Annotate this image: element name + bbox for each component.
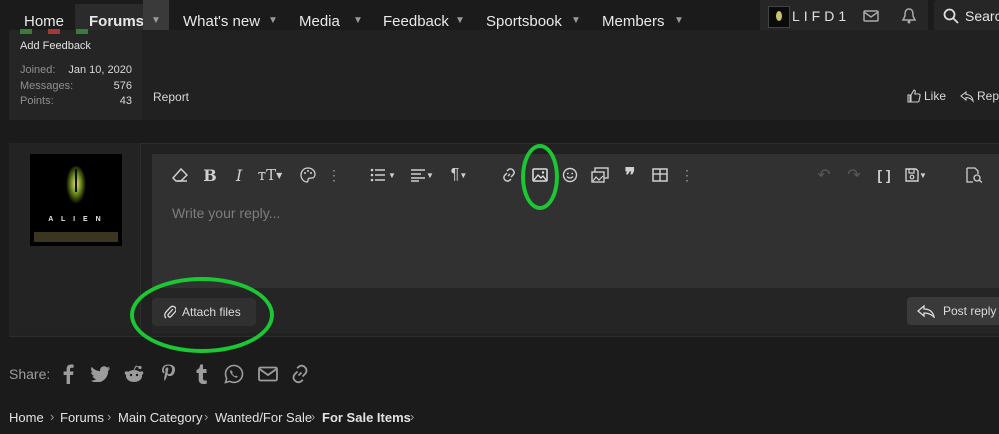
breadcrumb-separator-icon: › (50, 409, 55, 424)
badge-strip (76, 29, 88, 34)
whatsapp-icon[interactable] (224, 364, 244, 384)
breadcrumb-main-category[interactable]: Main Category (118, 410, 203, 425)
paragraph-icon[interactable]: ¶ ▼ (445, 166, 473, 184)
breadcrumb-home[interactable]: Home (9, 410, 44, 425)
joined-label: Joined: (20, 64, 56, 76)
badge-strip (48, 29, 60, 34)
media-gallery-icon[interactable] (589, 166, 611, 184)
points-value: 43 (119, 95, 132, 107)
tumblr-icon[interactable] (192, 364, 212, 384)
pinterest-icon[interactable] (158, 364, 178, 384)
reply-placeholder[interactable]: Write your reply... (172, 205, 280, 221)
smiley-icon[interactable] (559, 166, 581, 184)
post-reply-button[interactable]: Post reply (907, 297, 999, 325)
breadcrumb-wanted-for-sale[interactable]: Wanted/For Sale (215, 410, 312, 425)
preview-icon[interactable] (963, 166, 985, 184)
list-icon[interactable]: ▼ (369, 166, 397, 184)
more-options-icon[interactable]: ⋮ (323, 166, 345, 184)
highlight-oval-image-button (521, 144, 559, 210)
facebook-icon[interactable] (58, 364, 78, 384)
breadcrumb-separator-icon: › (204, 409, 209, 424)
reddit-icon[interactable] (124, 364, 144, 384)
search-label: Search (965, 8, 999, 24)
post-reply-label: Post reply (943, 304, 997, 318)
reply-footer (152, 288, 999, 333)
share-label: Share: (9, 366, 51, 382)
link-icon[interactable] (290, 364, 310, 384)
reply-label: Reply (977, 89, 999, 103)
search-button[interactable]: Search (934, 0, 999, 33)
reply-button[interactable]: Reply (960, 89, 999, 103)
messages-label: Messages: (20, 80, 74, 92)
redo-icon[interactable]: ↷ (843, 166, 865, 184)
breadcrumb-separator-icon: › (311, 409, 316, 424)
user-avatar[interactable] (768, 6, 790, 28)
previous-post (9, 30, 999, 120)
points-label: Points: (20, 95, 54, 107)
avatar-text: A L I E N (48, 216, 104, 223)
highlight-oval-attach-files (130, 277, 274, 353)
reply-arrow-icon (917, 304, 935, 318)
thumbs-up-icon (907, 89, 921, 103)
undo-icon[interactable]: ↶ (813, 166, 835, 184)
like-button[interactable]: Like (907, 89, 946, 103)
username[interactable]: LIFD1 (792, 8, 850, 24)
drafts-icon[interactable]: ▼ (902, 166, 930, 184)
report-link[interactable]: Report (153, 90, 189, 104)
reply-icon (960, 90, 974, 103)
breadcrumb-separator-icon: › (107, 409, 112, 424)
bell-icon[interactable] (900, 7, 918, 25)
search-icon (943, 8, 959, 24)
bold-icon[interactable]: B (199, 166, 221, 185)
joined-value: Jan 10, 2020 (68, 64, 132, 76)
avatar[interactable]: A L I E N (30, 154, 122, 246)
badge-strip (20, 29, 32, 34)
eraser-icon[interactable] (169, 166, 191, 184)
italic-icon[interactable]: I (228, 166, 250, 185)
align-icon[interactable]: ▼ (408, 166, 436, 184)
bbcode-toggle-icon[interactable]: [ ] (873, 166, 895, 184)
breadcrumb-for-sale-items[interactable]: For Sale Items (322, 410, 411, 425)
inbox-icon[interactable] (862, 8, 880, 24)
palette-icon[interactable] (297, 166, 319, 184)
table-icon[interactable] (649, 166, 671, 184)
email-icon[interactable] (258, 364, 278, 384)
breadcrumb-forums[interactable]: Forums (60, 410, 104, 425)
breadcrumb-separator-icon: › (410, 409, 415, 424)
text-size-icon[interactable]: тT ▼ (256, 166, 284, 184)
more-options-icon[interactable]: ⋮ (676, 166, 698, 184)
add-feedback-link[interactable]: Add Feedback (20, 40, 91, 52)
messages-value: 576 (113, 80, 132, 92)
twitter-icon[interactable] (91, 364, 111, 384)
like-label: Like (924, 89, 947, 103)
quote-icon[interactable]: ❞ (619, 163, 641, 187)
link-icon[interactable] (498, 166, 520, 184)
